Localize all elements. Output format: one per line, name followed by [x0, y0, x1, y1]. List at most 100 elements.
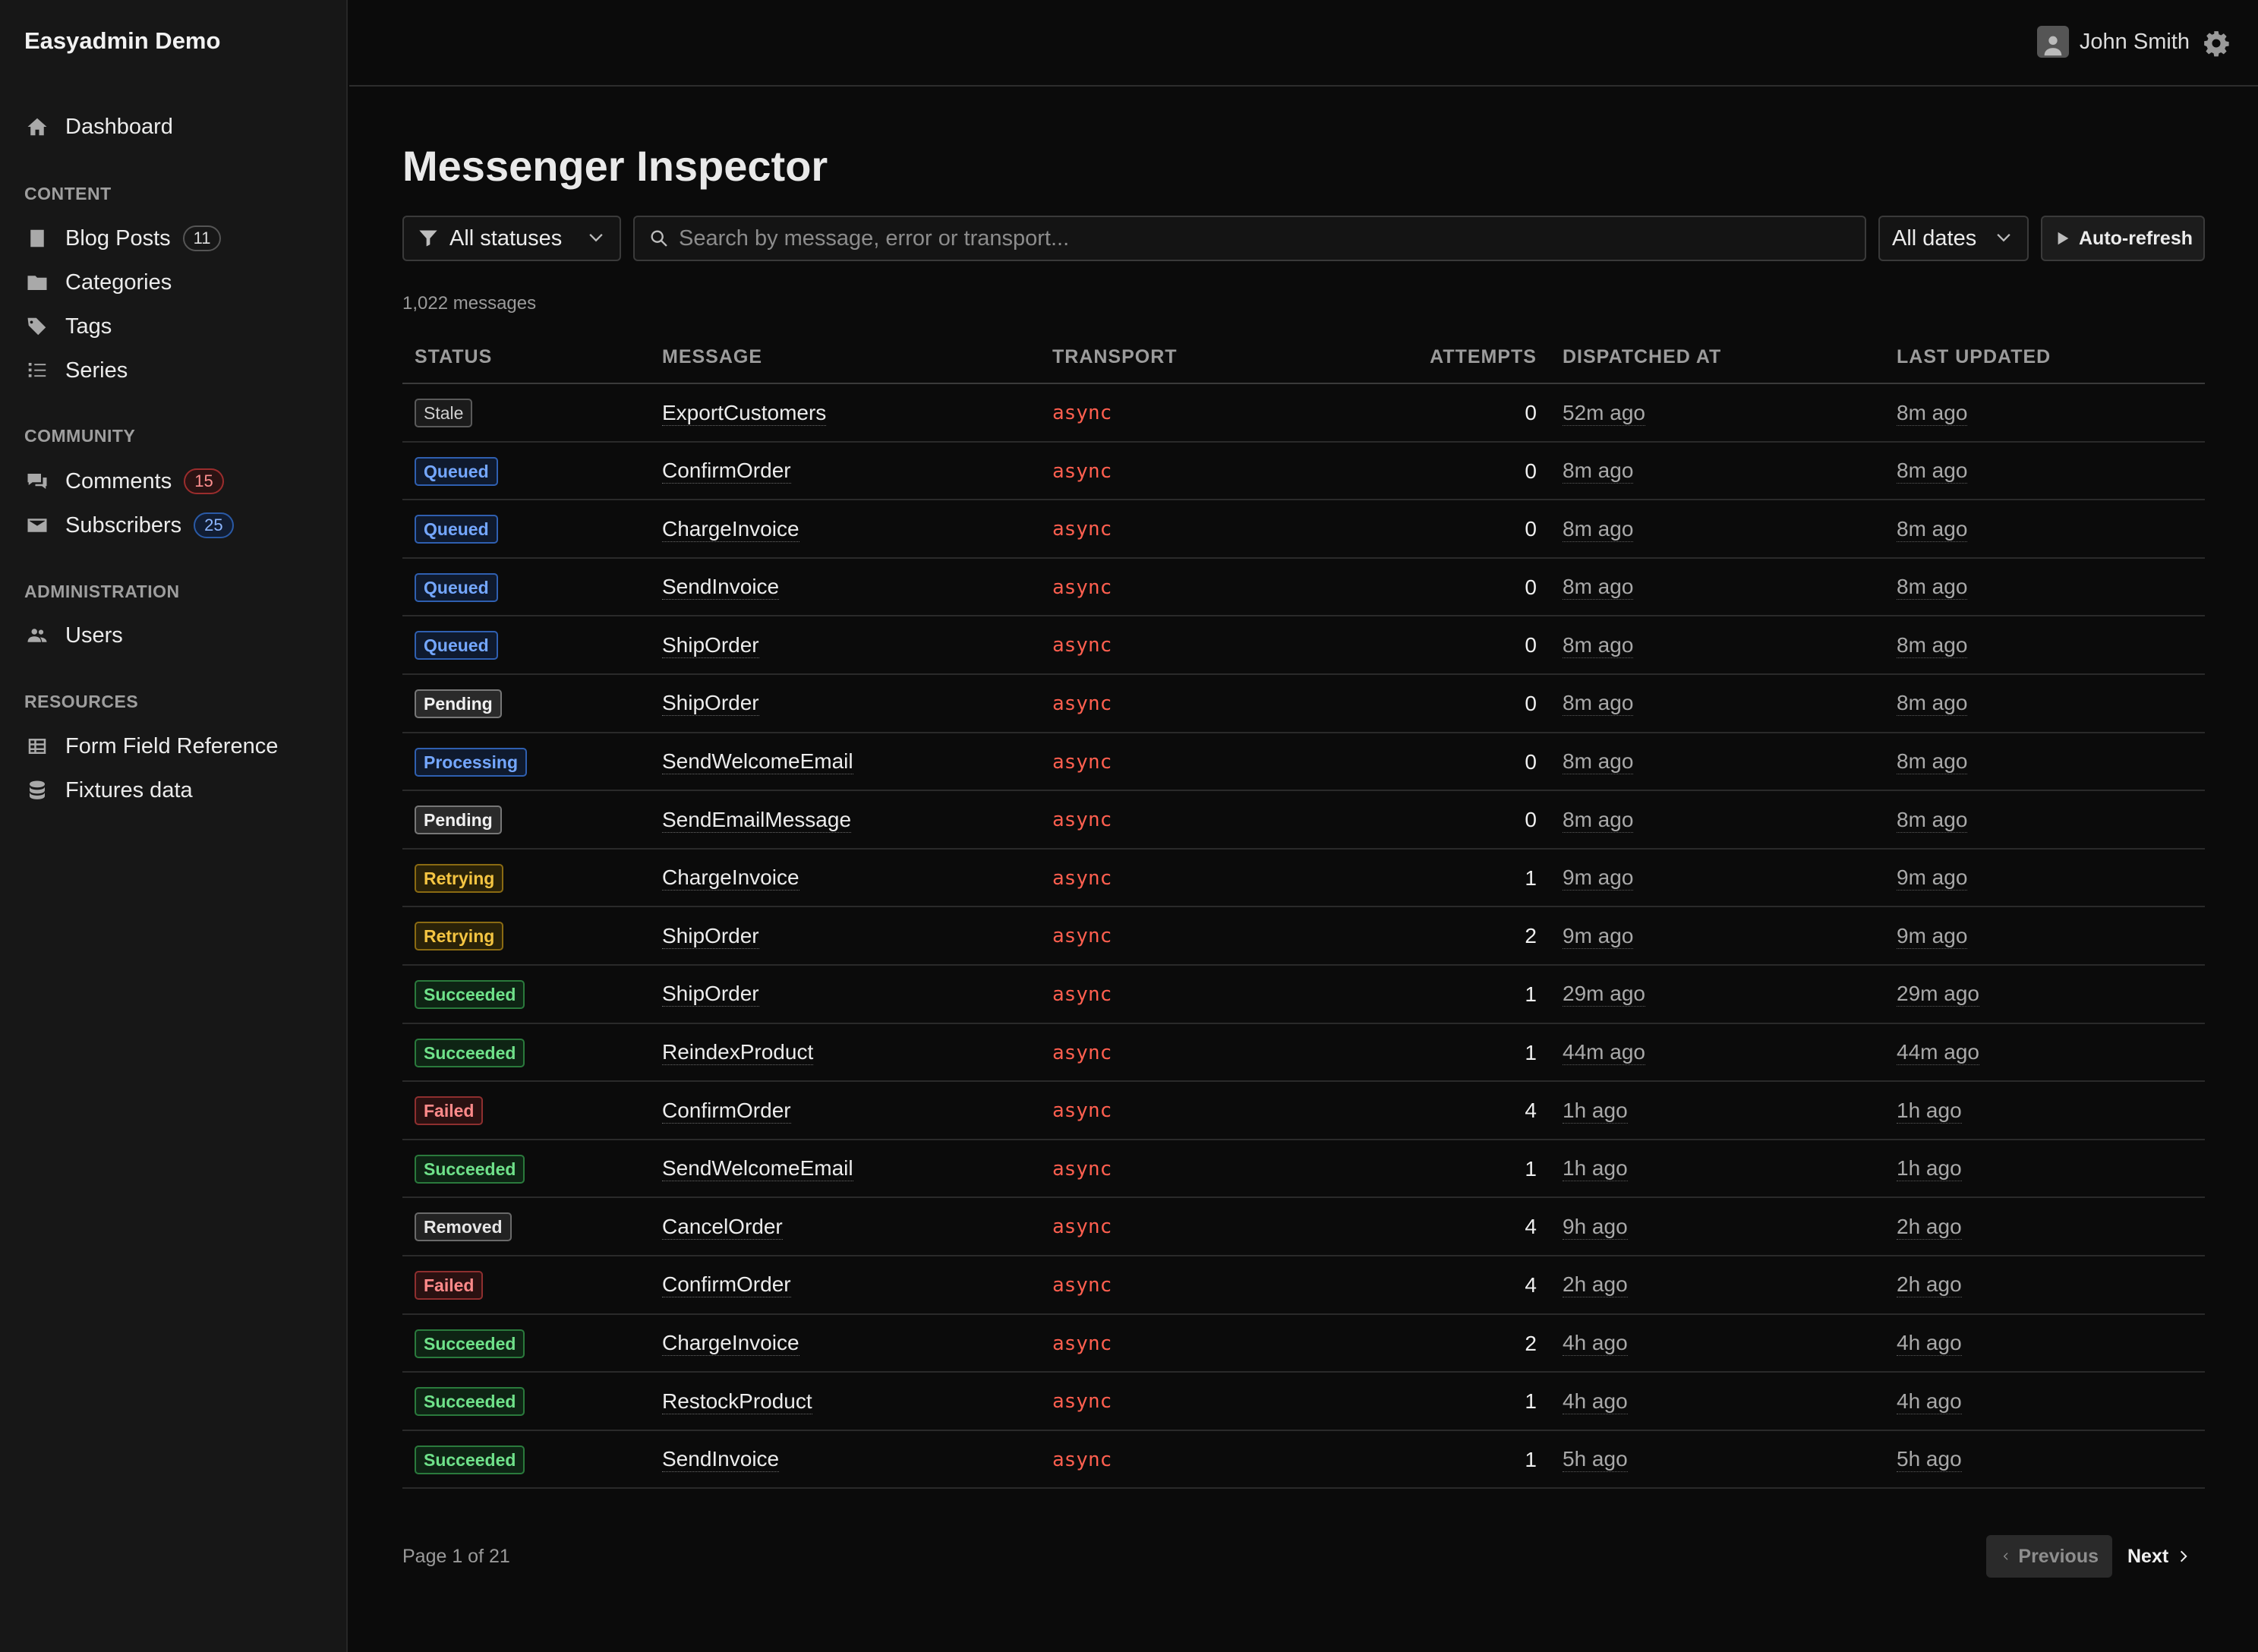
message-name[interactable]: ShipOrder — [662, 691, 759, 717]
table-row[interactable]: Succeeded ShipOrder async 1 29m ago 29m ago — [402, 966, 2205, 1024]
table-row[interactable]: Removed CancelOrder async 4 9h ago 2h ago — [402, 1198, 2205, 1256]
message-name[interactable]: ConfirmOrder — [662, 1272, 791, 1298]
auto-refresh-button[interactable]: Auto-refresh — [2041, 216, 2205, 261]
message-name[interactable]: SendInvoice — [662, 1447, 780, 1473]
table-row[interactable]: Queued ShipOrder async 0 8m ago 8m ago — [402, 616, 2205, 675]
sidebar-item-categories[interactable]: Categories — [24, 264, 172, 301]
sidebar-item-subscribers[interactable]: Subscribers 25 — [24, 507, 234, 544]
message-cell[interactable]: ChargeInvoice — [662, 1315, 799, 1373]
sidebar-item-comments[interactable]: Comments 15 — [24, 463, 224, 500]
attempts-cell: 0 — [1525, 633, 1537, 657]
message-cell[interactable]: SendInvoice — [662, 1431, 780, 1489]
transport-cell: async — [1052, 1332, 1112, 1355]
message-name[interactable]: SendEmailMessage — [662, 808, 852, 833]
table-row[interactable]: Succeeded SendWelcomeEmail async 1 1h ago 1h … — [402, 1140, 2205, 1199]
message-cell[interactable]: ShipOrder — [662, 675, 759, 733]
table-row[interactable]: Queued ChargeInvoice async 0 8m ago 8m ago — [402, 500, 2205, 559]
message-name[interactable]: SendWelcomeEmail — [662, 1156, 853, 1182]
transport-cell: async — [1052, 809, 1112, 832]
message-name[interactable]: SendWelcomeEmail — [662, 749, 853, 775]
date-filter-dropdown[interactable]: All dates — [1878, 216, 2029, 261]
sidebar-item-series[interactable]: Series — [24, 352, 128, 389]
table-body: Stale ExportCustomers async 0 52m ago 8m ago Q… — [402, 384, 2205, 1490]
message-name[interactable]: ShipOrder — [662, 633, 759, 658]
search-field[interactable] — [633, 216, 1866, 261]
chevron-down-icon — [589, 234, 603, 242]
message-cell[interactable]: ChargeInvoice — [662, 850, 799, 907]
folder-icon — [24, 270, 50, 295]
message-name[interactable]: ChargeInvoice — [662, 865, 799, 891]
column-header-transport[interactable]: TRANSPORT — [1052, 346, 1178, 368]
status-filter-dropdown[interactable]: All statuses — [402, 216, 621, 261]
message-cell[interactable]: ChargeInvoice — [662, 500, 799, 558]
message-cell[interactable]: ShipOrder — [662, 907, 759, 965]
table-row[interactable]: Succeeded SendInvoice async 1 5h ago 5h ago — [402, 1431, 2205, 1490]
app-brand[interactable]: Easyadmin Demo — [24, 27, 220, 55]
column-header-attempts[interactable]: ATTEMPTS — [1430, 346, 1537, 368]
table-row[interactable]: Processing SendWelcomeEmail async 0 8m ago 8m… — [402, 733, 2205, 792]
status-cell: Succeeded — [415, 1373, 525, 1430]
transport-cell: async — [1052, 1041, 1112, 1064]
table-row[interactable]: Pending ShipOrder async 0 8m ago 8m ago — [402, 675, 2205, 733]
message-cell[interactable]: SendWelcomeEmail — [662, 1140, 853, 1198]
table-row[interactable]: Pending SendEmailMessage async 0 8m ago 8m ag… — [402, 791, 2205, 850]
dispatched-time: 52m ago — [1563, 400, 1645, 426]
message-name[interactable]: ShipOrder — [662, 924, 759, 949]
user-menu[interactable]: John Smith — [2036, 26, 2190, 58]
message-cell[interactable]: ShipOrder — [662, 616, 759, 674]
column-header-updated[interactable]: LAST UPDATED — [1897, 346, 2051, 368]
message-name[interactable]: ShipOrder — [662, 982, 759, 1007]
message-cell[interactable]: ConfirmOrder — [662, 443, 791, 500]
message-name[interactable]: ConfirmOrder — [662, 459, 791, 484]
table-row[interactable]: Retrying ChargeInvoice async 1 9m ago 9m ago — [402, 850, 2205, 908]
table-row[interactable]: Succeeded RestockProduct async 1 4h ago 4h ag… — [402, 1373, 2205, 1431]
message-name[interactable]: ConfirmOrder — [662, 1099, 791, 1124]
gear-icon[interactable] — [2202, 29, 2231, 58]
search-input[interactable] — [679, 225, 1818, 251]
column-header-status[interactable]: STATUS — [415, 346, 492, 368]
dispatched-time: 4h ago — [1563, 1331, 1628, 1356]
message-name[interactable]: ChargeInvoice — [662, 517, 799, 542]
sidebar-item-blog-posts[interactable]: Blog Posts 11 — [24, 220, 222, 257]
table-row[interactable]: Succeeded ChargeInvoice async 2 4h ago 4h ago — [402, 1315, 2205, 1373]
message-cell[interactable]: RestockProduct — [662, 1373, 812, 1430]
column-header-dispatched[interactable]: DISPATCHED AT — [1563, 346, 1721, 368]
message-cell[interactable]: SendWelcomeEmail — [662, 733, 853, 791]
database-icon — [24, 777, 50, 803]
attempts-cell: 0 — [1525, 575, 1537, 599]
message-cell[interactable]: ReindexProduct — [662, 1024, 814, 1082]
message-name[interactable]: SendInvoice — [662, 575, 780, 601]
message-cell[interactable]: ShipOrder — [662, 966, 759, 1023]
column-header-message[interactable]: MESSAGE — [662, 346, 762, 368]
message-name[interactable]: ChargeInvoice — [662, 1331, 799, 1356]
next-page-button[interactable]: Next — [2114, 1535, 2208, 1578]
message-cell[interactable]: ExportCustomers — [662, 384, 827, 442]
message-cell[interactable]: CancelOrder — [662, 1198, 783, 1256]
message-name[interactable]: CancelOrder — [662, 1215, 783, 1240]
message-cell[interactable]: SendEmailMessage — [662, 791, 852, 849]
table-row[interactable]: Succeeded ReindexProduct async 1 44m ago 44m … — [402, 1024, 2205, 1083]
sidebar-item-dashboard[interactable]: Dashboard — [24, 109, 173, 145]
updated-cell: 9m ago — [1897, 907, 1968, 965]
sidebar-item-fixtures-data[interactable]: Fixtures data — [24, 772, 193, 809]
table-row[interactable]: Queued ConfirmOrder async 0 8m ago 8m ago — [402, 443, 2205, 501]
message-cell[interactable]: ConfirmOrder — [662, 1082, 791, 1140]
table-row[interactable]: Failed ConfirmOrder async 4 1h ago 1h ago — [402, 1082, 2205, 1140]
table-row[interactable]: Failed ConfirmOrder async 4 2h ago 2h ago — [402, 1256, 2205, 1315]
message-cell[interactable]: SendInvoice — [662, 559, 780, 616]
sidebar-item-form-field-reference[interactable]: Form Field Reference — [24, 728, 278, 765]
sidebar-item-label: Comments — [65, 468, 172, 493]
message-cell[interactable]: ConfirmOrder — [662, 1256, 791, 1314]
table-row[interactable]: Queued SendInvoice async 0 8m ago 8m ago — [402, 559, 2205, 617]
message-name[interactable]: RestockProduct — [662, 1389, 812, 1414]
sidebar-item-users[interactable]: Users — [24, 617, 123, 654]
message-name[interactable]: ReindexProduct — [662, 1040, 814, 1066]
dispatched-time: 9h ago — [1563, 1214, 1628, 1240]
status-badge: Queued — [415, 572, 498, 602]
sidebar-item-tags[interactable]: Tags — [24, 308, 112, 345]
table-row[interactable]: Stale ExportCustomers async 0 52m ago 8m ago — [402, 384, 2205, 443]
updated-time: 29m ago — [1897, 982, 1979, 1007]
previous-page-button[interactable]: Previous — [1986, 1535, 2112, 1578]
message-name[interactable]: ExportCustomers — [662, 401, 827, 426]
table-row[interactable]: Retrying ShipOrder async 2 9m ago 9m ago — [402, 907, 2205, 966]
